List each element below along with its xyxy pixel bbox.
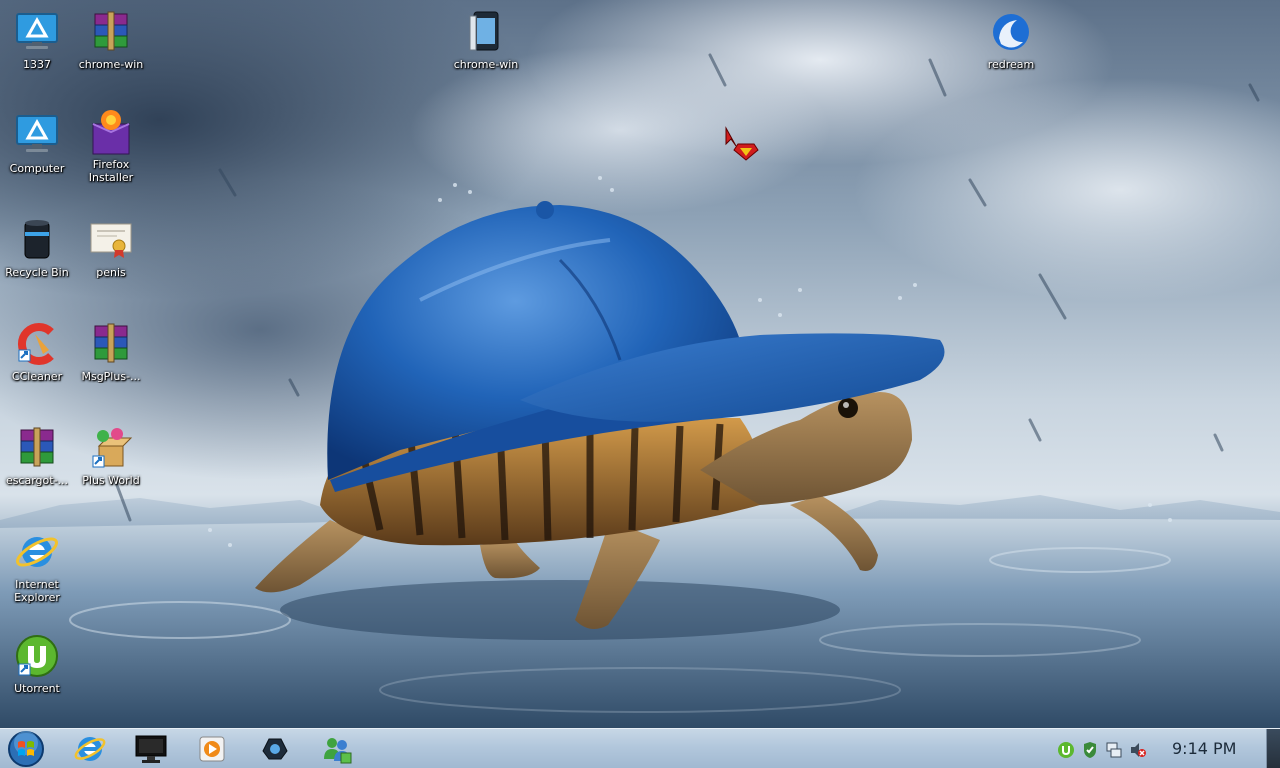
taskbar-media-player-icon[interactable]: [194, 731, 230, 767]
winrar-archive-icon: [94, 11, 128, 51]
desktop-icon-label: 1337: [23, 58, 51, 71]
desktop-icon-label: CCleaner: [11, 370, 63, 383]
desktop-icon-computer[interactable]: Computer: [0, 112, 74, 175]
desktop-icon-label: Firefox Installer: [88, 158, 134, 184]
superman-cursor-icon: [725, 126, 759, 161]
firefox-installer-icon: [92, 110, 130, 155]
desktop-icon-ccleaner[interactable]: CCleaner: [0, 320, 74, 383]
desktop-icon-chrome-win[interactable]: chrome-win: [449, 8, 523, 71]
winrar-archive-icon: [94, 323, 128, 363]
desktop-icon-label: Recycle Bin: [5, 266, 69, 279]
desktop-icon-redream[interactable]: redream: [974, 8, 1048, 71]
desktop-icon-label: Utorrent: [14, 682, 60, 695]
desktop-icon-msgplus[interactable]: MsgPlus-...: [74, 320, 148, 383]
desktop-icon-label: chrome-win: [78, 58, 144, 71]
taskbar-cmd-monitor-icon[interactable]: [133, 731, 169, 767]
ccleaner-icon: [17, 323, 54, 365]
desktop-icon-label: chrome-win: [453, 58, 519, 71]
desktop-icon-firefox-installer[interactable]: Firefox Installer: [74, 108, 148, 184]
winrar-archive-icon: [20, 427, 54, 467]
windows-start-orb-icon[interactable]: [4, 730, 48, 768]
desktop-icon-escargot[interactable]: escargot-...: [0, 424, 74, 487]
desktop-icon-utorrent[interactable]: Utorrent: [0, 632, 74, 695]
security-check-icon[interactable]: [1081, 741, 1099, 759]
desktop-icon-label: penis: [96, 266, 126, 279]
redream-swirl-icon: [993, 14, 1029, 50]
wallpaper: [0, 53, 1280, 728]
desktop-icon-1337[interactable]: 1337: [0, 8, 74, 71]
desktop-icon-internet-explorer[interactable]: Internet Explorer: [0, 528, 74, 604]
utorrent-icon: [16, 635, 58, 677]
desktop-icon-label: redream: [987, 58, 1035, 71]
network-icon[interactable]: [1105, 741, 1123, 759]
desktop[interactable]: 1337 chrome-win chrome-win redream Compu…: [0, 0, 1280, 728]
volume-muted-icon[interactable]: [1129, 741, 1147, 759]
computer-monitor-icon: [16, 13, 58, 49]
taskbar-steam-icon[interactable]: [257, 731, 293, 767]
plus-world-icon: [92, 428, 133, 468]
computer-monitor-icon: [16, 115, 58, 152]
desktop-icon-label: Computer: [9, 162, 65, 175]
utorrent-tray-icon[interactable]: [1057, 741, 1075, 759]
taskbar-messenger-icon[interactable]: [319, 731, 355, 767]
desktop-icon-chrome-win-archive[interactable]: chrome-win: [74, 8, 148, 71]
desktop-icon-label: Plus World: [82, 474, 140, 487]
desktop-icon-plus-world[interactable]: Plus World: [74, 424, 148, 487]
show-desktop-button[interactable]: [1266, 729, 1280, 768]
certificate-icon: [90, 223, 132, 258]
desktop-icon-penis[interactable]: penis: [74, 216, 148, 279]
desktop-icon-label: escargot-...: [5, 474, 69, 487]
taskbar: 9:14 PM: [0, 728, 1280, 768]
desktop-icon-recycle-bin[interactable]: Recycle Bin: [0, 216, 74, 279]
internet-explorer-icon: [16, 537, 58, 567]
phone-book-icon: [469, 11, 499, 51]
desktop-icon-label: Internet Explorer: [14, 578, 60, 604]
taskbar-internet-explorer-icon[interactable]: [72, 731, 108, 767]
taskbar-clock[interactable]: 9:14 PM: [1172, 739, 1236, 758]
desktop-icon-label: MsgPlus-...: [81, 370, 141, 383]
recycle-bin-icon: [24, 220, 50, 259]
